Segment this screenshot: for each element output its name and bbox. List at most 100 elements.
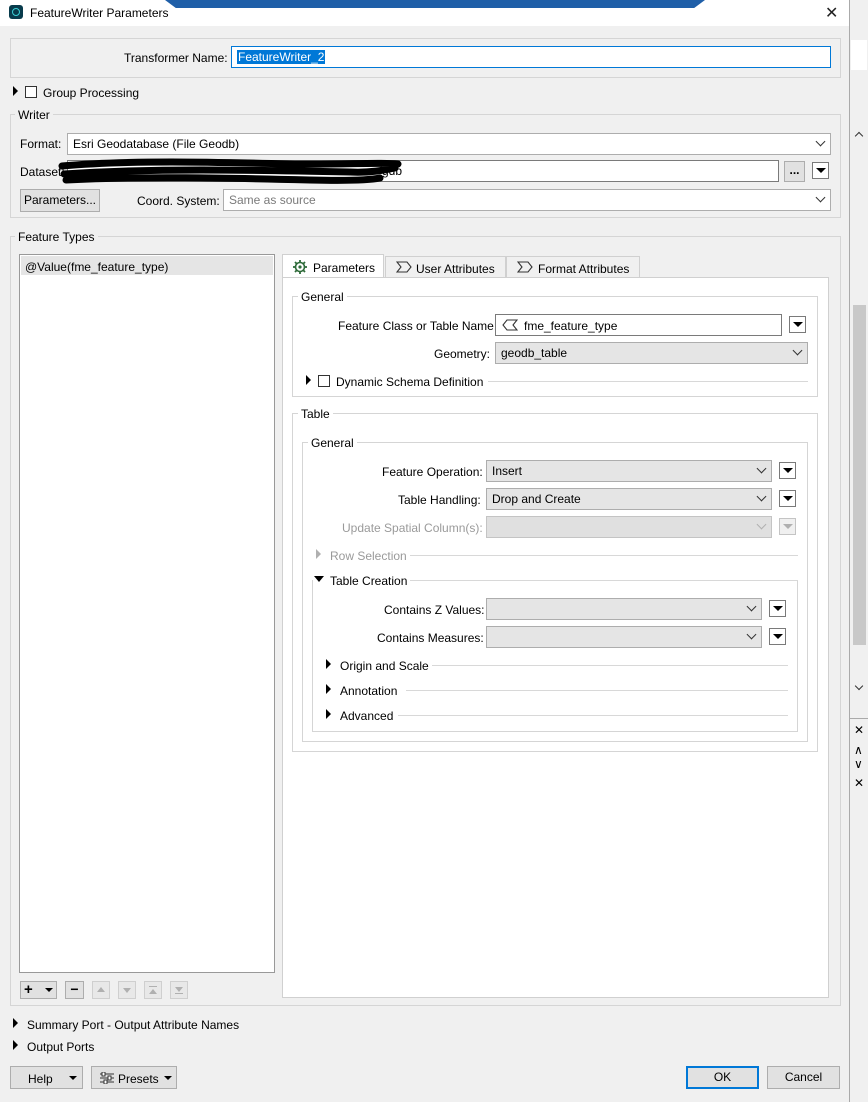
chevron-down-icon bbox=[815, 136, 826, 147]
feature-operation-label: Feature Operation: bbox=[382, 465, 483, 479]
output-ports-label: Output Ports bbox=[27, 1040, 95, 1054]
contains-z-menu-button[interactable] bbox=[769, 600, 786, 617]
feature-operation-select[interactable]: Insert bbox=[486, 460, 772, 482]
transformer-name-input[interactable]: FeatureWriter_2 bbox=[231, 46, 831, 68]
dynamic-schema-label: Dynamic Schema Definition bbox=[336, 375, 484, 389]
move-down-button[interactable] bbox=[118, 981, 136, 999]
strip-close-icon-2[interactable]: ✕ bbox=[854, 776, 864, 790]
attribute-value-icon bbox=[502, 319, 518, 331]
feature-types-list[interactable]: @Value(fme_feature_type) bbox=[19, 254, 275, 973]
feature-operation-value: Insert bbox=[492, 464, 523, 478]
move-up-button[interactable] bbox=[92, 981, 110, 999]
format-select[interactable]: Esri Geodatabase (File Geodb) bbox=[67, 133, 831, 155]
chevron-down-icon bbox=[756, 491, 767, 502]
arrow-bottom-icon bbox=[175, 987, 183, 992]
strip-divider bbox=[850, 718, 868, 719]
format-value: Esri Geodatabase (File Geodb) bbox=[73, 137, 240, 151]
close-icon[interactable]: ✕ bbox=[825, 3, 838, 23]
strip-scroll-up-icon[interactable] bbox=[850, 125, 868, 145]
table-handling-menu-button[interactable] bbox=[779, 490, 796, 507]
tab-parameters-label: Parameters bbox=[313, 261, 376, 275]
dataset-browse-button[interactable]: ... bbox=[784, 161, 805, 182]
help-button[interactable]: Help bbox=[10, 1066, 83, 1089]
ok-button[interactable]: OK bbox=[686, 1066, 759, 1089]
chevron-down-icon bbox=[756, 519, 767, 530]
table-handling-select[interactable]: Drop and Create bbox=[486, 488, 772, 510]
feature-operation-menu-button[interactable] bbox=[779, 462, 796, 479]
dataset-menu-button[interactable] bbox=[812, 162, 829, 179]
feature-type-item[interactable]: @Value(fme_feature_type) bbox=[21, 256, 273, 275]
summary-port-label: Summary Port - Output Attribute Names bbox=[27, 1018, 240, 1032]
chevron-down-icon bbox=[69, 1076, 77, 1080]
presets-button-label: Presets bbox=[118, 1072, 159, 1086]
advanced-expand-icon[interactable] bbox=[326, 709, 331, 719]
strip-down-icon[interactable]: ∨ bbox=[854, 757, 863, 771]
feature-class-label: Feature Class or Table Name: bbox=[338, 319, 498, 333]
divider bbox=[406, 690, 788, 691]
group-processing-label: Group Processing bbox=[43, 86, 140, 100]
group-processing-checkbox[interactable] bbox=[25, 86, 37, 98]
output-ports-expand-icon[interactable] bbox=[13, 1040, 18, 1050]
arrow-top-icon bbox=[149, 989, 157, 994]
tab-user-attributes-label: User Attributes bbox=[416, 262, 495, 276]
update-spatial-label: Update Spatial Column(s): bbox=[342, 521, 483, 535]
feature-class-input[interactable]: fme_feature_type bbox=[495, 314, 782, 336]
presets-button[interactable]: Presets bbox=[91, 1066, 177, 1089]
move-bottom-button[interactable] bbox=[170, 981, 188, 999]
update-spatial-menu-button[interactable] bbox=[779, 518, 796, 535]
coord-system-select[interactable]: Same as source bbox=[223, 189, 831, 211]
chevron-down-icon bbox=[756, 463, 767, 474]
arrow-up-icon bbox=[97, 987, 105, 992]
contains-measures-label: Contains Measures: bbox=[377, 631, 484, 645]
dynamic-schema-expand-icon[interactable] bbox=[306, 375, 311, 385]
contains-z-select[interactable] bbox=[486, 598, 762, 620]
background-window-edge bbox=[165, 0, 705, 8]
geometry-select[interactable]: geodb_table bbox=[495, 342, 808, 364]
bar-icon bbox=[149, 986, 157, 987]
contains-measures-select[interactable] bbox=[486, 626, 762, 648]
writer-legend: Writer bbox=[15, 108, 53, 122]
sliders-icon bbox=[100, 1072, 114, 1084]
chevron-down-icon bbox=[815, 192, 826, 203]
format-label: Format: bbox=[20, 137, 62, 151]
strip-up-icon[interactable]: ∧ bbox=[854, 743, 863, 757]
strip-scroll-top bbox=[851, 40, 867, 70]
remove-feature-type-button[interactable]: − bbox=[65, 981, 84, 999]
sigma-icon bbox=[396, 261, 412, 273]
help-button-label: Help bbox=[28, 1072, 53, 1086]
cancel-button[interactable]: Cancel bbox=[767, 1066, 840, 1089]
dynamic-schema-checkbox[interactable] bbox=[318, 375, 330, 387]
contains-measures-menu-button[interactable] bbox=[769, 628, 786, 645]
gear-icon bbox=[293, 260, 307, 274]
strip-close-icon[interactable]: ✕ bbox=[854, 723, 864, 737]
row-selection-label: Row Selection bbox=[330, 549, 407, 563]
feature-class-menu-button[interactable] bbox=[789, 316, 806, 333]
move-top-button[interactable] bbox=[144, 981, 162, 999]
table-legend: Table bbox=[298, 407, 333, 421]
tab-parameters[interactable]: Parameters bbox=[282, 254, 384, 278]
arrow-down-icon bbox=[123, 988, 131, 993]
plus-icon: + bbox=[24, 981, 33, 998]
update-spatial-select[interactable] bbox=[486, 516, 772, 538]
annotation-expand-icon[interactable] bbox=[326, 684, 331, 694]
transformer-name-value: FeatureWriter_2 bbox=[237, 50, 326, 64]
strip-scroll-down-icon[interactable] bbox=[850, 678, 868, 698]
origin-scale-expand-icon[interactable] bbox=[326, 659, 331, 669]
group-processing-expand-icon[interactable] bbox=[13, 86, 18, 96]
row-selection-expand-icon[interactable] bbox=[316, 549, 321, 559]
origin-scale-label: Origin and Scale bbox=[340, 659, 429, 673]
divider bbox=[432, 665, 788, 666]
transformer-name-label: Transformer Name: bbox=[124, 51, 228, 65]
add-feature-type-button[interactable]: + bbox=[20, 981, 57, 999]
tab-user-attributes[interactable]: User Attributes bbox=[385, 256, 506, 278]
sigma-icon bbox=[517, 261, 533, 273]
divider bbox=[488, 381, 808, 382]
tab-format-attributes[interactable]: Format Attributes bbox=[506, 256, 640, 278]
table-handling-label: Table Handling: bbox=[398, 493, 481, 507]
coord-system-placeholder: Same as source bbox=[229, 193, 316, 207]
summary-port-expand-icon[interactable] bbox=[13, 1018, 18, 1028]
feature-types-legend: Feature Types bbox=[15, 230, 98, 244]
strip-scroll-thumb[interactable] bbox=[853, 305, 866, 645]
writer-parameters-button[interactable]: Parameters... bbox=[20, 189, 100, 212]
divider bbox=[398, 715, 788, 716]
